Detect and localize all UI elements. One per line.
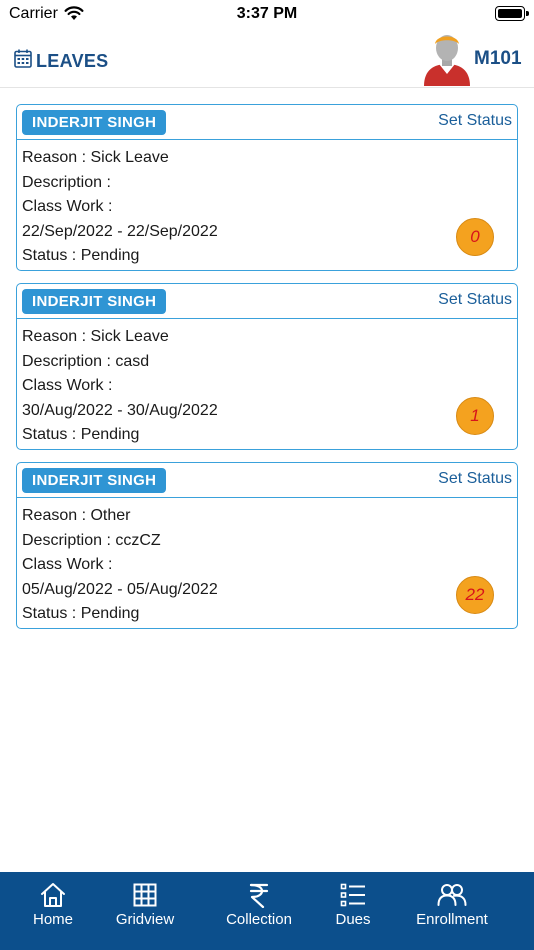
leave-reason: Reason : Sick Leave — [22, 149, 169, 166]
leave-class-work: Class Work : — [22, 556, 113, 574]
leave-reason: Reason : Sick Leave — [22, 328, 169, 345]
leave-dates: 30/Aug/2022 - 30/Aug/2022 — [22, 401, 218, 419]
leave-dates: 22/Sep/2022 - 22/Sep/2022 — [22, 222, 218, 240]
nav-label-gridview: Gridview — [115, 911, 175, 928]
user-code: M101 — [474, 48, 522, 69]
nav-item-collection[interactable]: Collection — [210, 872, 308, 950]
calendar-icon — [14, 49, 32, 73]
leave-class-work: Class Work : — [22, 377, 113, 395]
avatar[interactable] — [422, 30, 472, 86]
page-title: LEAVES — [36, 50, 109, 71]
leave-description: Description : cczCZ — [22, 531, 161, 549]
leave-card-body: Reason : Sick Leave Description : Class … — [17, 140, 517, 269]
nav-label-home: Home — [32, 911, 73, 928]
set-status-button[interactable]: Set Status — [438, 291, 512, 309]
leave-card: INDERJIT SINGH Set Status Reason : Other… — [16, 462, 518, 629]
leave-status: Status : Pending — [22, 426, 140, 444]
header-title-group: LEAVES — [14, 49, 108, 73]
nav-item-dues[interactable]: Dues — [322, 872, 384, 950]
bottom-nav: Home Gridview Collection Dues Enrollment — [0, 872, 534, 950]
nav-item-enrollment[interactable]: Enrollment — [400, 872, 504, 950]
leave-class-work: Class Work : — [22, 198, 113, 216]
leave-card-header: INDERJIT SINGH Set Status — [17, 284, 517, 319]
leave-card: INDERJIT SINGH Set Status Reason : Sick … — [16, 283, 518, 450]
leave-dates: 05/Aug/2022 - 05/Aug/2022 — [22, 580, 218, 598]
student-name-badge: INDERJIT SINGH — [22, 289, 167, 314]
leave-list: INDERJIT SINGH Set Status Reason : Sick … — [16, 104, 518, 641]
leave-status: Status : Pending — [22, 605, 140, 623]
student-name-badge: INDERJIT SINGH — [22, 468, 167, 493]
nav-label-dues: Dues — [335, 911, 371, 928]
leave-description: Description : — [22, 173, 111, 191]
count-badge[interactable]: 1 — [456, 397, 494, 435]
leave-description: Description : casd — [22, 352, 150, 370]
users-icon — [437, 882, 467, 908]
home-icon — [39, 882, 67, 908]
list-icon — [340, 882, 366, 908]
nav-item-home[interactable]: Home — [14, 872, 92, 950]
leave-card-header: INDERJIT SINGH Set Status — [17, 463, 517, 498]
count-badge[interactable]: 22 — [456, 576, 494, 614]
leave-reason: Reason : Other — [22, 507, 131, 524]
leave-card-body: Reason : Other Description : cczCZ Class… — [17, 498, 517, 627]
status-bar: Carrier 3:37 PM — [0, 0, 534, 30]
battery-icon — [495, 6, 529, 21]
nav-label-enrollment: Enrollment — [416, 911, 488, 928]
leave-card-body: Reason : Sick Leave Description : casd C… — [17, 319, 517, 448]
rupee-icon — [248, 882, 270, 908]
app-screen: Carrier 3:37 PM LEAVES M101 INDERJIT SIN… — [0, 0, 534, 950]
app-header: LEAVES M101 — [0, 30, 534, 88]
count-badge[interactable]: 0 — [456, 218, 494, 256]
nav-item-gridview[interactable]: Gridview — [102, 872, 188, 950]
student-name-badge: INDERJIT SINGH — [22, 110, 167, 135]
grid-icon — [133, 882, 157, 908]
leave-card: INDERJIT SINGH Set Status Reason : Sick … — [16, 104, 518, 271]
set-status-button[interactable]: Set Status — [438, 470, 512, 488]
leave-card-header: INDERJIT SINGH Set Status — [17, 105, 517, 140]
leave-status: Status : Pending — [22, 247, 140, 265]
set-status-button[interactable]: Set Status — [438, 112, 512, 130]
clock-time: 3:37 PM — [236, 5, 298, 22]
nav-label-collection: Collection — [226, 911, 292, 928]
